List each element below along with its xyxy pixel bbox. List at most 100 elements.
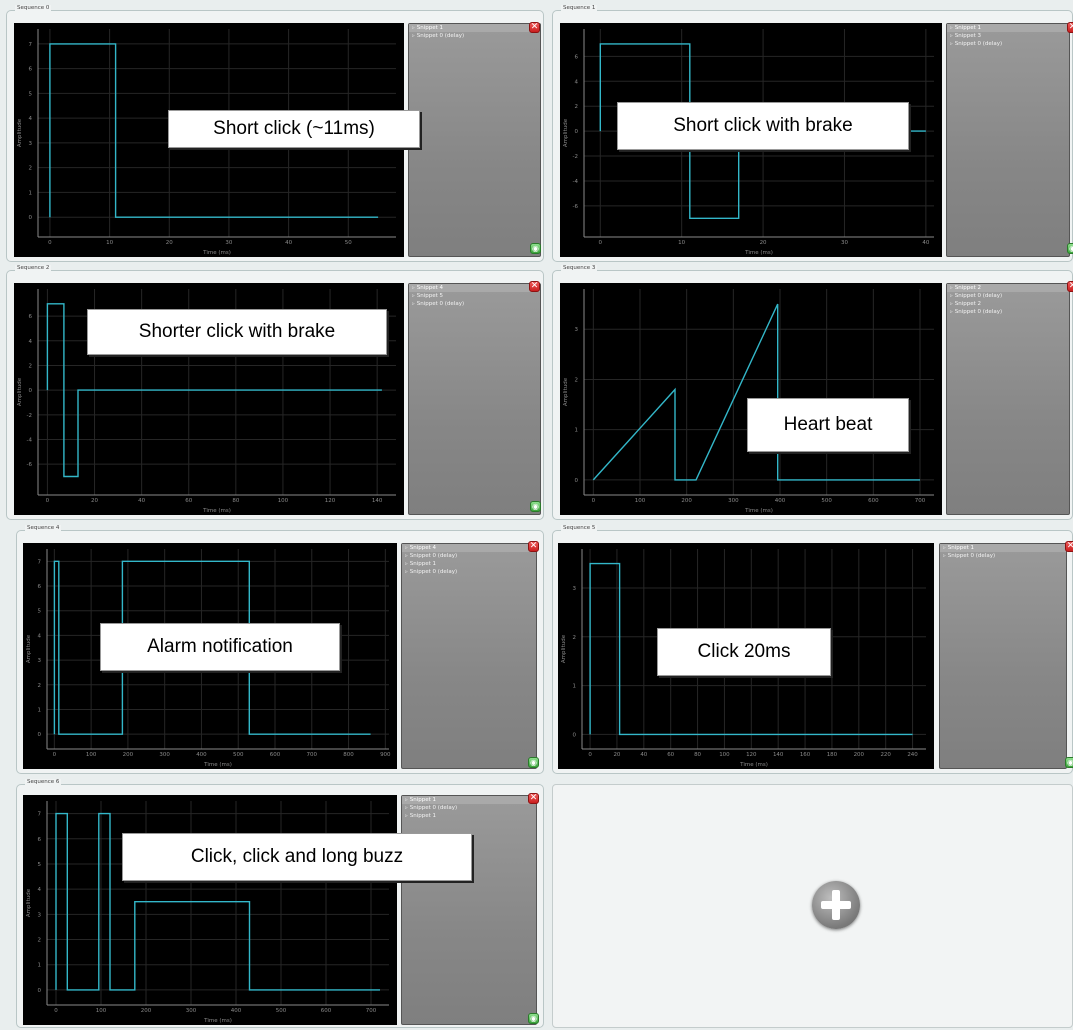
y-tick-label: 4: [29, 339, 33, 345]
y-tick-label: 5: [29, 91, 33, 97]
snippet-item[interactable]: ▹ Snippet 4: [402, 544, 536, 552]
expand-arrow-icon: ▹: [950, 301, 953, 307]
snippet-item[interactable]: ▹ Snippet 0 (delay): [947, 308, 1069, 316]
x-tick-label: 800: [343, 752, 354, 758]
expand-arrow-icon: ▹: [405, 553, 408, 559]
expand-arrow-icon: ▹: [950, 309, 953, 315]
expand-arrow-icon: ▹: [412, 33, 415, 39]
snippet-item[interactable]: ▹ Snippet 1: [409, 24, 540, 32]
snippet-item[interactable]: ▹ Snippet 0 (delay): [940, 552, 1066, 560]
sequence-caption: Click 20ms: [657, 628, 831, 676]
snippet-list[interactable]: ▹ Snippet 2 ▹ Snippet 0 (delay) ▹ Snippet 2 ▹ S…: [946, 283, 1070, 515]
snippet-item[interactable]: ▹ Snippet 2: [947, 300, 1069, 308]
expand-arrow-icon: ▹: [950, 33, 953, 39]
snippet-item[interactable]: ▹ Snippet 3: [947, 32, 1069, 40]
snippet-list[interactable]: ▹ Snippet 1 ▹ Snippet 0 (delay) ▹ Snippet 1: [401, 795, 537, 1025]
x-tick-label: 700: [366, 1008, 377, 1014]
snippet-item[interactable]: ▹ Snippet 1: [402, 560, 536, 568]
y-tick-label: 2: [575, 104, 579, 110]
apply-sequence-button[interactable]: ◉: [1065, 757, 1073, 768]
x-tick-label: 500: [276, 1008, 287, 1014]
y-tick-label: 1: [573, 684, 577, 690]
close-icon: ✕: [1068, 22, 1073, 32]
snippet-list[interactable]: ▹ Snippet 4 ▹ Snippet 0 (delay) ▹ Snippet 1 ▹ S…: [401, 543, 537, 769]
expand-arrow-icon: ▹: [950, 293, 953, 299]
snippet-list[interactable]: ▹ Snippet 1 ▹ Snippet 0 (delay): [408, 23, 541, 257]
sequence-title: Sequence 0: [15, 5, 52, 11]
x-tick-label: 200: [681, 498, 692, 504]
apply-sequence-button[interactable]: ◉: [528, 1013, 539, 1024]
y-axis-label: Amplitude: [17, 118, 23, 147]
x-tick-label: 700: [915, 498, 926, 504]
x-tick-label: 40: [138, 498, 145, 504]
expand-arrow-icon: ▹: [405, 569, 408, 575]
x-tick-label: 100: [96, 1008, 107, 1014]
snippet-item[interactable]: ▹ Snippet 1: [402, 812, 536, 820]
delete-sequence-button[interactable]: ✕: [1067, 281, 1073, 292]
snippet-item[interactable]: ▹ Snippet 5: [409, 292, 540, 300]
delete-sequence-button[interactable]: ✕: [529, 22, 540, 33]
delete-sequence-button[interactable]: ✕: [1067, 22, 1073, 33]
snippet-item[interactable]: ▹ Snippet 0 (delay): [409, 32, 540, 40]
snippet-list[interactable]: ▹ Snippet 1 ▹ Snippet 0 (delay): [939, 543, 1067, 769]
snippet-item[interactable]: ▹ Snippet 1: [402, 796, 536, 804]
y-tick-label: 6: [575, 54, 579, 60]
x-tick-label: 200: [854, 752, 865, 758]
delete-sequence-button[interactable]: ✕: [528, 793, 539, 804]
snippet-item[interactable]: ▹ Snippet 4: [409, 284, 540, 292]
snippet-item[interactable]: ▹ Snippet 0 (delay): [402, 552, 536, 560]
snippet-label: Snippet 1: [954, 25, 982, 31]
sequence-title: Sequence 3: [561, 265, 598, 271]
x-tick-label: 120: [746, 752, 757, 758]
sequence-title: Sequence 5: [561, 525, 598, 531]
snippet-item[interactable]: ▹ Snippet 0 (delay): [409, 300, 540, 308]
x-tick-label: 300: [159, 752, 170, 758]
expand-arrow-icon: ▹: [943, 553, 946, 559]
waveform-chart: 0 100 200 300 400 500 600 700 0 1 2 3 4 5 6 7 Time (ms) A…: [26, 801, 389, 1024]
sequence-panel-6: Sequence 6 0 100 200 300 400 500 600 700 0 1 2 3 4 5 6…: [16, 779, 544, 1028]
x-tick-label: 600: [270, 752, 281, 758]
close-icon: ✕: [1068, 281, 1073, 291]
snippet-list[interactable]: ▹ Snippet 4 ▹ Snippet 5 ▹ Snippet 0 (delay): [408, 283, 541, 515]
apply-sequence-button[interactable]: ◉: [530, 501, 541, 512]
sequence-caption: Alarm notification: [100, 623, 340, 671]
snippet-label: Snippet 2: [954, 285, 982, 291]
y-tick-label: 6: [38, 584, 42, 590]
snippet-item[interactable]: ▹ Snippet 0 (delay): [402, 568, 536, 576]
snippet-label: Snippet 4: [409, 545, 437, 551]
snippet-item[interactable]: ▹ Snippet 0 (delay): [947, 292, 1069, 300]
close-icon: ✕: [530, 281, 539, 291]
y-tick-label: 3: [573, 586, 577, 592]
close-icon: ✕: [529, 541, 538, 551]
delete-sequence-button[interactable]: ✕: [1065, 541, 1073, 552]
snippet-item[interactable]: ▹ Snippet 2: [947, 284, 1069, 292]
apply-sequence-button[interactable]: ◉: [530, 243, 541, 254]
add-sequence-button[interactable]: [812, 881, 860, 929]
delete-sequence-button[interactable]: ✕: [528, 541, 539, 552]
apply-sequence-button[interactable]: ◉: [1067, 243, 1073, 254]
snippet-item[interactable]: ▹ Snippet 0 (delay): [947, 40, 1069, 48]
snippet-item[interactable]: ▹ Snippet 0 (delay): [402, 804, 536, 812]
x-tick-label: 40: [922, 240, 929, 246]
x-tick-label: 80: [232, 498, 239, 504]
y-tick-label: 3: [575, 327, 579, 333]
x-tick-label: 0: [54, 1008, 58, 1014]
sequence-caption: Heart beat: [747, 398, 909, 452]
y-tick-label: 6: [29, 314, 33, 320]
snippet-label: Snippet 0 (delay): [409, 569, 458, 575]
waveform-plot[interactable]: 0 100 200 300 400 500 600 700 0 1 2 3 4 5 6 7 Time (ms) A…: [23, 795, 397, 1025]
apply-sequence-button[interactable]: ◉: [528, 757, 539, 768]
y-tick-label: 3: [29, 141, 33, 147]
snippet-label: Snippet 4: [416, 285, 444, 291]
sequence-panel-2: Sequence 2 0 20 40 60 80 100 120 140 -6 -4 -2 0 2 4 6 T…: [6, 265, 544, 520]
y-tick-label: 0: [29, 388, 33, 394]
expand-arrow-icon: ▹: [412, 293, 415, 299]
expand-arrow-icon: ▹: [405, 805, 408, 811]
x-tick-label: 20: [613, 752, 620, 758]
delete-sequence-button[interactable]: ✕: [529, 281, 540, 292]
snippet-item[interactable]: ▹ Snippet 1: [940, 544, 1066, 552]
x-tick-label: 900: [380, 752, 391, 758]
snippet-item[interactable]: ▹ Snippet 1: [947, 24, 1069, 32]
snippet-list[interactable]: ▹ Snippet 1 ▹ Snippet 3 ▹ Snippet 0 (delay): [946, 23, 1070, 257]
sequence-title: Sequence 1: [561, 5, 598, 11]
